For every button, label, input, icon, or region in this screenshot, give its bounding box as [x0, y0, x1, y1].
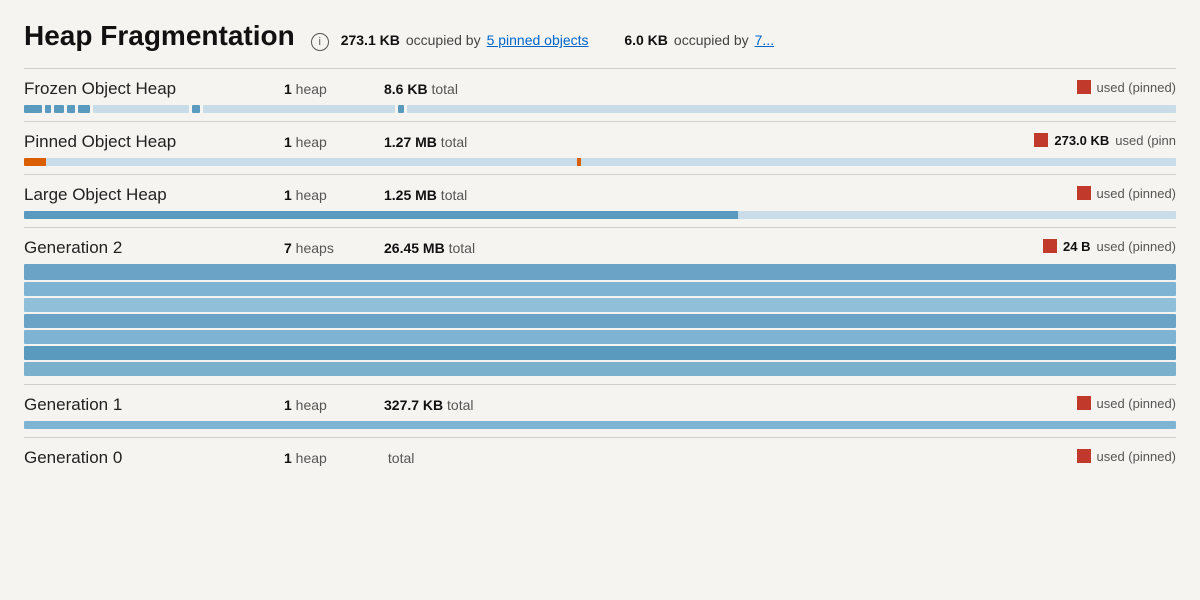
- stat1-text: occupied by: [406, 32, 481, 48]
- heap-name: Large Object Heap: [24, 185, 284, 205]
- gen2-bar-row: [24, 330, 1176, 344]
- header-stats: 273.1 KB occupied by 5 pinned objects 6.…: [341, 32, 774, 48]
- bar-container: [24, 421, 1176, 429]
- gen2-bars: [24, 264, 1176, 376]
- page-title: Heap Fragmentation: [24, 20, 295, 52]
- stat2-value: 6.0 KB: [624, 32, 668, 48]
- stat2-link[interactable]: 7...: [755, 32, 774, 48]
- heap-count: 1 heap: [284, 134, 384, 150]
- table-row: Pinned Object Heap 1 heap 1.27 MB total …: [24, 121, 1176, 174]
- row-header: Generation 1 1 heap 327.7 KB total used …: [24, 395, 1176, 415]
- heap-count: 7 heaps: [284, 240, 384, 256]
- legend-value: 273.0 KB: [1054, 133, 1109, 148]
- heap-table: Frozen Object Heap 1 heap 8.6 KB total u…: [24, 68, 1176, 482]
- heap-name: Generation 0: [24, 448, 284, 468]
- bar-container: [24, 105, 1176, 113]
- heap-size: 1.25 MB total: [384, 187, 564, 203]
- gen2-bar-row: [24, 298, 1176, 312]
- gen2-bar-row: [24, 264, 1176, 280]
- legend-label: used (pinn: [1115, 133, 1176, 148]
- heap-size: total: [384, 450, 564, 466]
- legend-icon: [1077, 80, 1091, 94]
- gen2-bar-row: [24, 314, 1176, 328]
- table-row: Large Object Heap 1 heap 1.25 MB total u…: [24, 174, 1176, 227]
- info-icon[interactable]: i: [311, 33, 329, 51]
- row-header: Generation 0 1 heap total used (pinned): [24, 448, 1176, 468]
- heap-count: 1 heap: [284, 81, 384, 97]
- heap-name: Frozen Object Heap: [24, 79, 284, 99]
- heap-legend: used (pinned): [1077, 186, 1177, 201]
- legend-label: used (pinned): [1097, 186, 1177, 201]
- bar-container: [24, 211, 1176, 219]
- row-header: Pinned Object Heap 1 heap 1.27 MB total …: [24, 132, 1176, 152]
- stat1-link[interactable]: 5 pinned objects: [487, 32, 589, 48]
- legend-icon: [1034, 133, 1048, 147]
- frozen-bar: [24, 105, 1176, 113]
- stat1-value: 273.1 KB: [341, 32, 400, 48]
- gen2-bar-row: [24, 346, 1176, 360]
- page-container: Heap Fragmentation i 273.1 KB occupied b…: [0, 0, 1200, 502]
- heap-legend: 273.0 KB used (pinn: [1034, 133, 1176, 148]
- row-header: Frozen Object Heap 1 heap 8.6 KB total u…: [24, 79, 1176, 99]
- heap-count: 1 heap: [284, 450, 384, 466]
- gen1-bar: [24, 421, 1176, 429]
- heap-legend: used (pinned): [1077, 80, 1177, 95]
- gen2-bar-row: [24, 282, 1176, 296]
- table-row: Generation 0 1 heap total used (pinned): [24, 437, 1176, 482]
- table-row: Generation 1 1 heap 327.7 KB total used …: [24, 384, 1176, 437]
- legend-label: used (pinned): [1097, 449, 1177, 464]
- legend-icon: [1077, 396, 1091, 410]
- legend-icon: [1077, 186, 1091, 200]
- page-header: Heap Fragmentation i 273.1 KB occupied b…: [24, 20, 1176, 52]
- stat-separator: [603, 32, 611, 48]
- large-bar: [24, 211, 1176, 219]
- heap-name: Generation 2: [24, 238, 284, 258]
- heap-legend: used (pinned): [1077, 396, 1177, 411]
- row-header: Generation 2 7 heaps 26.45 MB total 24 B…: [24, 238, 1176, 258]
- heap-name: Pinned Object Heap: [24, 132, 284, 152]
- heap-size: 26.45 MB total: [384, 240, 564, 256]
- heap-name: Generation 1: [24, 395, 284, 415]
- legend-value: 24 B: [1063, 239, 1090, 254]
- table-row: Frozen Object Heap 1 heap 8.6 KB total u…: [24, 68, 1176, 121]
- heap-size: 8.6 KB total: [384, 81, 564, 97]
- legend-icon: [1077, 449, 1091, 463]
- bar-container: [24, 158, 1176, 166]
- gen2-bar-row: [24, 362, 1176, 376]
- heap-legend: 24 B used (pinned): [1043, 239, 1176, 254]
- row-header: Large Object Heap 1 heap 1.25 MB total u…: [24, 185, 1176, 205]
- heap-size: 327.7 KB total: [384, 397, 564, 413]
- legend-icon: [1043, 239, 1057, 253]
- legend-label: used (pinned): [1097, 80, 1177, 95]
- heap-count: 1 heap: [284, 187, 384, 203]
- stat2-text: occupied by: [674, 32, 749, 48]
- legend-label: used (pinned): [1097, 239, 1177, 254]
- table-row: Generation 2 7 heaps 26.45 MB total 24 B…: [24, 227, 1176, 384]
- pinned-bar: [24, 158, 1176, 166]
- legend-label: used (pinned): [1097, 396, 1177, 411]
- heap-count: 1 heap: [284, 397, 384, 413]
- heap-size: 1.27 MB total: [384, 134, 564, 150]
- heap-legend: used (pinned): [1077, 449, 1177, 464]
